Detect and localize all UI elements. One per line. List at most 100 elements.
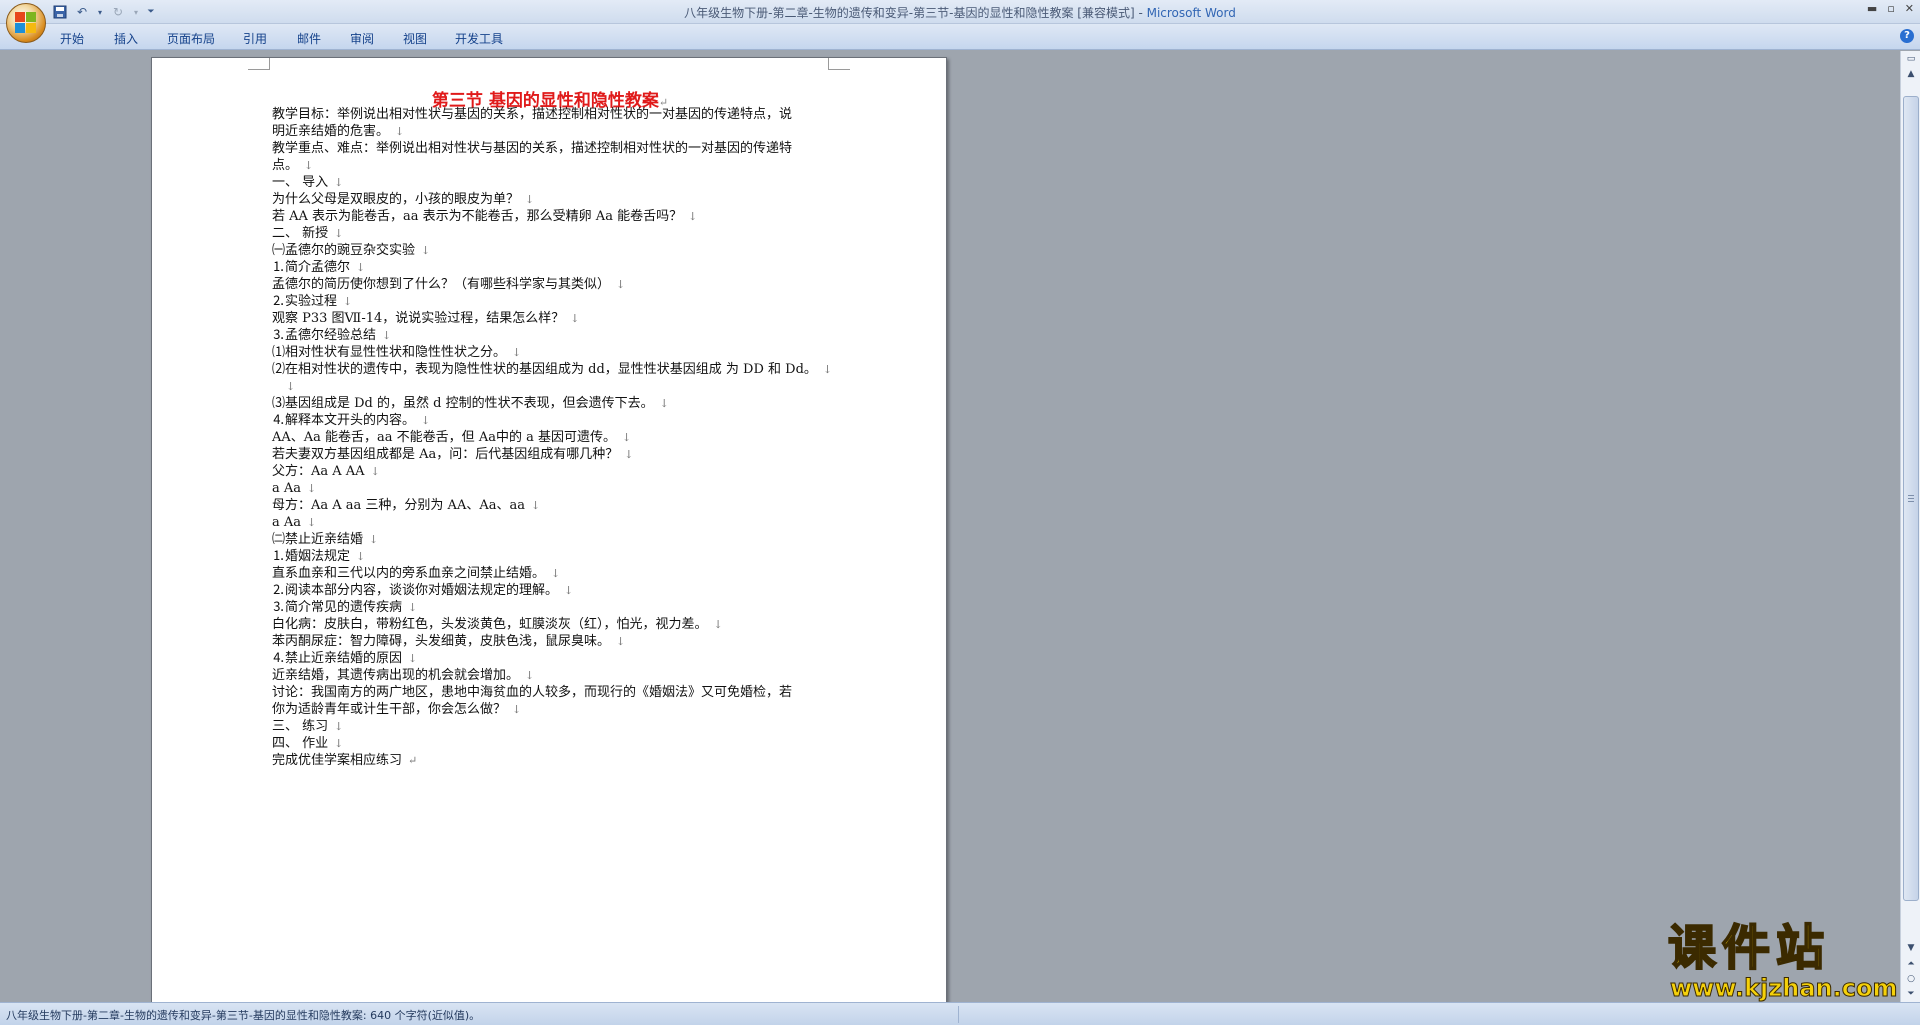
tab-page-layout[interactable]: 页面布局	[167, 30, 215, 47]
scroll-thumb[interactable]	[1903, 96, 1919, 901]
tab-references[interactable]: 引用	[243, 30, 267, 47]
thumb-grip	[1908, 495, 1914, 496]
document-line: ⒊简介常见的遗传疾病 ↓	[272, 599, 417, 617]
document-line: 若 AA 表示为能卷舌，aa 表示为不能卷舌，那么受精卵 Aa 能卷舌吗？ ↓	[272, 208, 697, 226]
document-line: 完成优佳学案相应练习 ↵	[272, 752, 417, 770]
document-line: 父方：Aa A AA ↓	[272, 463, 380, 481]
document-page[interactable]: 第三节 基因的显性和隐性教案↵ 教学目标：举例说出相对性状与基因的关系，描述控制…	[151, 57, 947, 1002]
paragraph-mark: ↓	[408, 652, 418, 665]
document-line-text: ⒊孟德尔经验总结	[272, 328, 377, 343]
document-line: 近亲结婚，其遗传病出现的机会就会增加。 ↓	[272, 667, 534, 685]
scroll-up-icon[interactable]: ▲	[1904, 67, 1918, 81]
tab-mailings[interactable]: 邮件	[297, 30, 321, 47]
document-line-text: 苯丙酮尿症：智力障碍，头发细黄，皮肤色浅，鼠尿臭味。	[272, 634, 611, 649]
paragraph-mark: ↓	[822, 363, 833, 376]
document-line-text: ⒊简介常见的遗传疾病	[272, 600, 403, 615]
document-line-text: a Aa	[272, 481, 302, 496]
paragraph-mark: ↓	[334, 720, 344, 733]
crop-mark-top-right	[828, 58, 850, 70]
document-area[interactable]: 第三节 基因的显性和隐性教案↵ 教学目标：举例说出相对性状与基因的关系，描述控制…	[0, 51, 1900, 1002]
paragraph-mark: ↓	[621, 431, 632, 444]
document-line-text: 完成优佳学案相应练习	[272, 753, 403, 768]
previous-page-icon[interactable]: ⏶	[1904, 957, 1918, 971]
paragraph-mark: ↓	[551, 567, 561, 580]
paragraph-mark: ↓	[356, 261, 366, 274]
document-line-text: ⑶基因组成是 Dd 的，虽然 d 控制的性状不表现，但会遗传下去。	[272, 396, 654, 411]
document-line: ⒉阅读本部分内容，谈谈你对婚姻法规定的理解。 ↓	[272, 582, 573, 600]
document-line: 母方：Aa A aa 三种，分别为 AA、Aa、aa ↓	[272, 497, 540, 515]
paragraph-mark: ↓	[530, 499, 541, 512]
paragraph-mark: ↓	[421, 414, 431, 427]
thumb-grip	[1908, 501, 1914, 502]
document-line-text: 若夫妻双方基因组成都是 Aa，问：后代基因组成有哪几种？	[272, 447, 619, 462]
ribbon-tabs: 开始 插入 页面布局 引用 邮件 审阅 视图 开发工具 ?	[0, 24, 1920, 50]
status-divider	[958, 1006, 959, 1023]
scroll-down-icon[interactable]: ▼	[1904, 941, 1918, 955]
redo-icon[interactable]: ↻	[110, 4, 126, 20]
paragraph-mark: ↓	[512, 703, 522, 716]
status-text: 八年级生物下册-第二章-生物的遗传和变异-第三节-基因的显性和隐性教案: 640…	[6, 1009, 481, 1022]
document-name: 八年级生物下册-第二章-生物的遗传和变异-第三节-基因的显性和隐性教案 [兼容模…	[684, 6, 1147, 20]
paragraph-mark: ↓	[616, 635, 626, 648]
paragraph-mark: ↓	[421, 244, 431, 257]
next-page-icon[interactable]: ⏷	[1904, 987, 1918, 1001]
paragraph-mark: ↵	[408, 754, 418, 767]
document-line: 点。 ↓	[272, 157, 313, 175]
document-line-text: AA、Aa 能卷舌，aa 不能卷舌，但 Aa中的 a 基因可遗传。	[272, 430, 616, 445]
document-line-text: ⑵在相对性状的遗传中，表现为隐性性状的基因组成为 dd，显性性状基因组成 为 D…	[272, 362, 817, 377]
document-line-text: 你为适龄青年或计生干部，你会怎么做？	[272, 702, 507, 717]
document-line-text: ⒋禁止近亲结婚的原因	[272, 651, 403, 666]
paragraph-mark: ↓	[370, 465, 380, 478]
thumb-grip	[1908, 498, 1914, 499]
document-line: a Aa ↓	[272, 514, 316, 532]
document-line: 一、 导入 ↓	[272, 174, 343, 192]
window-controls: ▬ ▫ ✕	[1867, 2, 1914, 15]
ruler-toggle-icon[interactable]: ▭	[1904, 52, 1918, 66]
close-icon[interactable]: ✕	[1905, 2, 1914, 15]
quick-access-toolbar: ↶ ▾ ↻ ▾ ⏷	[52, 3, 156, 21]
customize-qat-icon[interactable]: ⏷	[146, 4, 156, 20]
help-icon[interactable]: ?	[1900, 29, 1914, 43]
tab-review[interactable]: 审阅	[350, 30, 374, 47]
document-line: ⒈婚姻法规定 ↓	[272, 548, 365, 566]
paragraph-mark: ↓	[369, 533, 379, 546]
document-line-text: 讨论：我国南方的两广地区，患地中海贫血的人较多，而现行的《婚姻法》又可免婚检，若	[272, 685, 793, 700]
undo-icon[interactable]: ↶	[74, 4, 90, 20]
save-icon[interactable]	[52, 4, 68, 20]
tab-developer[interactable]: 开发工具	[455, 30, 503, 47]
office-button[interactable]	[6, 3, 46, 43]
document-line: a Aa ↓	[272, 480, 316, 498]
vertical-scrollbar[interactable]: ▭ ▲ ▼ ⏶ ○ ⏷	[1900, 51, 1920, 1002]
maximize-icon[interactable]: ▫	[1887, 2, 1894, 15]
document-line: ⒋禁止近亲结婚的原因 ↓	[272, 650, 417, 668]
document-line: 为什么父母是双眼皮的，小孩的眼皮为单？ ↓	[272, 191, 534, 209]
paragraph-mark: ↓	[356, 550, 366, 563]
document-line-text: 直系血亲和三代以内的旁系血亲之间禁止结婚。	[272, 566, 546, 581]
document-line: 若夫妻双方基因组成都是 Aa，问：后代基因组成有哪几种？ ↓	[272, 446, 634, 464]
minimize-icon[interactable]: ▬	[1867, 2, 1877, 15]
tab-insert[interactable]: 插入	[114, 30, 138, 47]
paragraph-mark: ↓	[307, 482, 317, 495]
paragraph-mark: ↓	[570, 312, 580, 325]
paragraph-mark: ↓	[713, 618, 723, 631]
document-line: 苯丙酮尿症：智力障碍，头发细黄，皮肤色浅，鼠尿臭味。 ↓	[272, 633, 625, 651]
document-line-text: a Aa	[272, 515, 302, 530]
tab-home[interactable]: 开始	[60, 30, 84, 47]
paragraph-mark: ↓	[307, 516, 317, 529]
tab-view[interactable]: 视图	[403, 30, 427, 47]
document-line: 三、 练习 ↓	[272, 718, 343, 736]
document-line-text: 教学重点、难点：举例说出相对性状与基因的关系，描述控制相对性状的一对基因的传递特	[272, 141, 793, 156]
document-line: ⑶基因组成是 Dd 的，虽然 d 控制的性状不表现，但会遗传下去。 ↓	[272, 395, 669, 413]
redo-dropdown-icon[interactable]: ▾	[132, 4, 140, 20]
paragraph-mark: ↓	[334, 176, 344, 189]
document-line: 四、 作业 ↓	[272, 735, 343, 753]
browse-object-icon[interactable]: ○	[1904, 972, 1918, 986]
document-line: 直系血亲和三代以内的旁系血亲之间禁止结婚。 ↓	[272, 565, 560, 583]
paragraph-mark: ↓	[616, 278, 626, 291]
document-line: ㈠孟德尔的豌豆杂交实验 ↓	[272, 242, 430, 260]
undo-dropdown-icon[interactable]: ▾	[96, 4, 104, 20]
document-line-text: 孟德尔的简历使你想到了什么？（有哪些科学家与其类似）	[272, 277, 611, 292]
document-line-text: ⒈简介孟德尔	[272, 260, 351, 275]
paragraph-mark: ↓	[408, 601, 418, 614]
document-line: 教学重点、难点：举例说出相对性状与基因的关系，描述控制相对性状的一对基因的传递特	[272, 140, 792, 158]
